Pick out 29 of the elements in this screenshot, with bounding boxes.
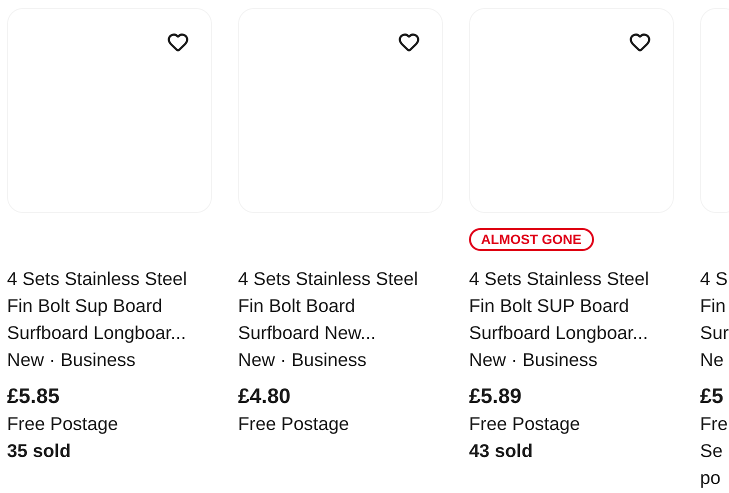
listing-title[interactable]: Sur <box>700 319 729 346</box>
status-badge: ALMOST GONE <box>469 228 594 250</box>
condition-text: Ne <box>700 348 725 372</box>
listing-title[interactable]: Fin Bolt Board <box>238 292 443 319</box>
price-text: £4.80 <box>238 384 292 410</box>
sold-count: 43 sold <box>469 439 534 463</box>
price-text: £5.89 <box>469 384 523 410</box>
note-text: Se <box>700 439 724 463</box>
price-text: £5.85 <box>7 384 61 410</box>
listing-title[interactable]: 4 Sets Stainless Steel <box>238 265 443 292</box>
listing-title[interactable]: Fin Bolt Sup Board <box>7 292 212 319</box>
sold-count: 35 sold <box>7 439 72 463</box>
condition-text: New · Business <box>238 348 368 372</box>
listing-title[interactable]: 4 Sets Stainless Steel <box>469 265 674 292</box>
listing-title[interactable]: Fin Bolt SUP Board <box>469 292 674 319</box>
postage-text: Free Postage <box>469 412 582 436</box>
listing-title[interactable]: 4 S <box>700 265 729 292</box>
postage-text: Free Postage <box>238 412 350 436</box>
listing-title[interactable]: Fin <box>700 292 729 319</box>
condition-text: New · Business <box>7 348 137 372</box>
listing-title[interactable]: Surfboard Longboar... <box>469 319 674 346</box>
listing-title[interactable]: 4 Sets Stainless Steel <box>7 265 212 292</box>
listing-title[interactable]: Surfboard Longboar... <box>7 319 212 346</box>
postage-text: Fre <box>700 412 729 436</box>
postage-text: Free Postage <box>7 412 120 436</box>
price-text: £5 <box>700 384 724 410</box>
condition-text: New · Business <box>469 348 599 372</box>
note-text: po <box>700 466 722 490</box>
listing-title[interactable]: Surfboard New... <box>238 319 443 346</box>
